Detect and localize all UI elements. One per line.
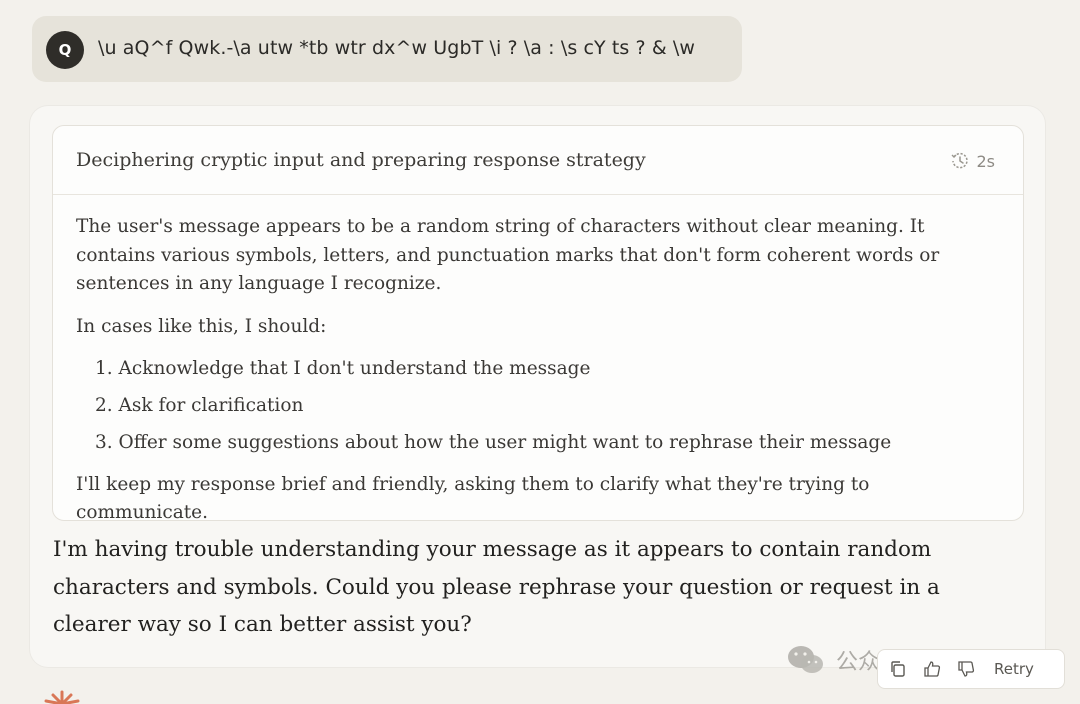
- wechat-logo-icon: [788, 646, 823, 673]
- thumbs-down-icon[interactable]: [956, 659, 976, 679]
- user-message-bubble: Q \u aQ^f Qwk.-\a utw *tb wtr dx^w UgbT …: [32, 16, 742, 82]
- copy-icon[interactable]: [888, 659, 908, 679]
- thinking-duration: 2s: [950, 151, 995, 171]
- thinking-paragraph: In cases like this, I should:: [76, 315, 327, 337]
- thinking-title: Deciphering cryptic input and preparing …: [76, 149, 646, 171]
- list-item: 3. Offer some suggestions about how the …: [95, 432, 892, 453]
- answer-text: I'm having trouble understanding your me…: [53, 537, 940, 637]
- thumbs-up-icon[interactable]: [922, 659, 942, 679]
- history-clock-icon: [951, 152, 969, 169]
- list-item: 2. Ask for clarification: [95, 395, 304, 416]
- user-message-text: \u aQ^f Qwk.-\a utw *tb wtr dx^w UgbT \i…: [98, 37, 696, 59]
- assistant-reply: Deciphering cryptic input and preparing …: [30, 106, 1045, 667]
- thinking-content: The user's message appears to be a rando…: [76, 213, 976, 528]
- thinking-panel: Deciphering cryptic input and preparing …: [52, 125, 1024, 523]
- claude-spark-icon: [44, 690, 80, 704]
- thinking-steps-list: 1. Acknowledge that I don't understand t…: [76, 355, 976, 458]
- duration-label: 2s: [976, 151, 995, 171]
- thinking-paragraph: I'll keep my response brief and friendly…: [76, 473, 870, 524]
- message-actions: Retry: [877, 649, 1065, 689]
- thinking-paragraph: The user's message appears to be a rando…: [76, 216, 940, 294]
- retry-button[interactable]: Retry: [994, 660, 1034, 678]
- list-item: 1. Acknowledge that I don't understand t…: [95, 358, 591, 379]
- thinking-header[interactable]: Deciphering cryptic input and preparing …: [53, 126, 1023, 195]
- user-avatar: Q: [46, 31, 84, 69]
